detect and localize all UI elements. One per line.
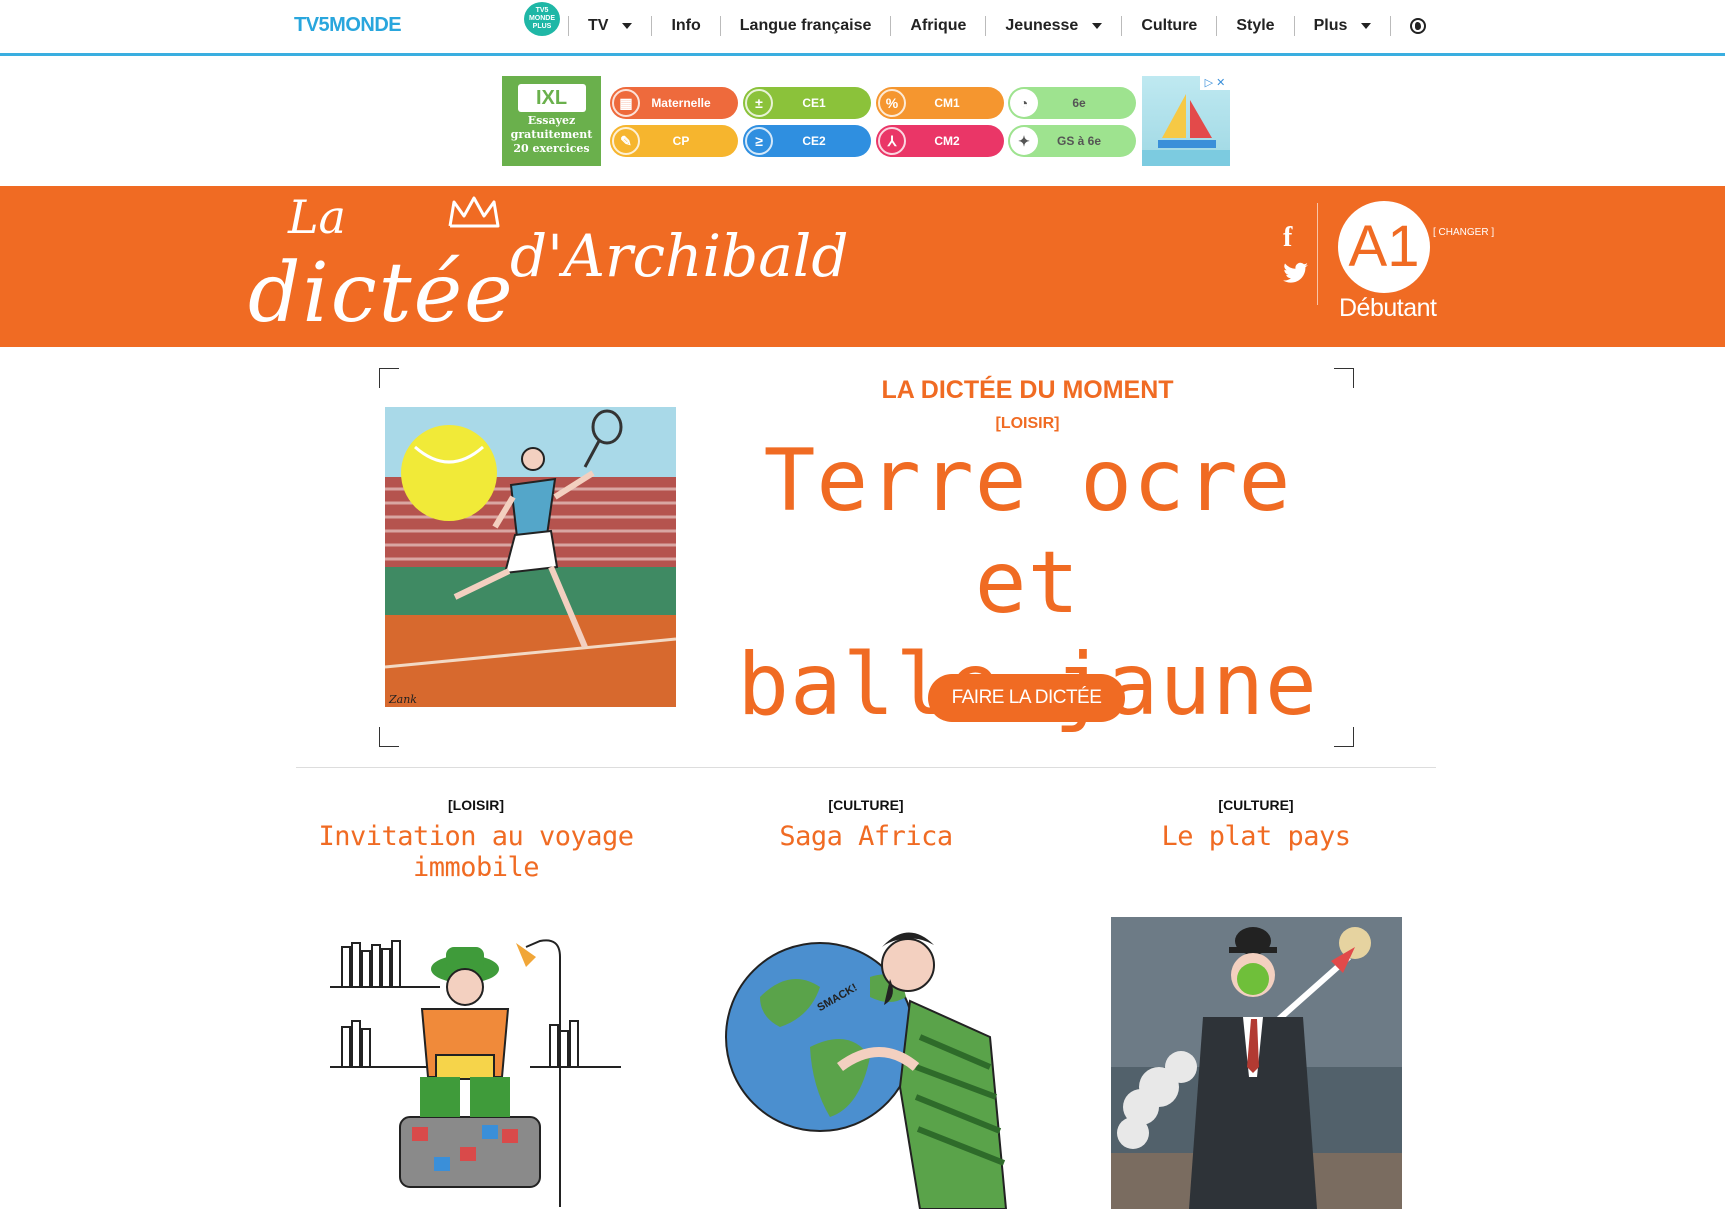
percent-icon: % <box>878 89 906 117</box>
ad-pill-cm2[interactable]: ⅄ CM2 <box>876 125 1004 157</box>
ad-close-icon[interactable]: ▷ ✕ <box>1200 76 1230 90</box>
sailboat-ad-image[interactable]: ▷ ✕ <box>1142 76 1230 166</box>
do-dictation-button[interactable]: FAIRE LA DICTÉE <box>928 674 1125 722</box>
level-badge[interactable]: A1 <box>1338 201 1430 293</box>
greater-equal-icon: ≥ <box>745 127 773 155</box>
nav-item-langue-francaise[interactable]: Langue française <box>719 16 891 36</box>
tv5monde-logo[interactable]: TV5MONDE <box>294 14 402 37</box>
brand-la: La <box>288 190 346 244</box>
advertisement[interactable]: IXL Essayez gratuitement 20 exercices ▦ M… <box>502 76 1230 166</box>
caret-down-icon <box>1361 23 1372 29</box>
nav-item-language[interactable] <box>1390 16 1445 36</box>
svg-text:Zank: Zank <box>388 693 417 706</box>
nav-item-afrique[interactable]: Afrique <box>890 16 985 36</box>
card-illustration-magritte[interactable] <box>1111 917 1402 1209</box>
satellite-icon: ✦ <box>1010 127 1038 155</box>
tv5monde-plus-logo[interactable]: TV5 MONDE PLUS <box>524 2 560 36</box>
dictee-archibald-logo[interactable]: La dictée d'Archibald <box>248 188 848 348</box>
compass-icon: ⅄ <box>878 127 906 155</box>
dictation-card[interactable]: [LOISIR] Invitation au voyage immobile <box>296 797 656 883</box>
top-navigation: TV5MONDE TV5 MONDE PLUS TV Info Langue fra… <box>0 0 1725 56</box>
nav-item-info[interactable]: Info <box>651 16 719 36</box>
ad-pill-gs-6e[interactable]: ✦ GS à 6e <box>1008 125 1136 157</box>
frame-corner <box>379 368 399 388</box>
ad-pill-ce1[interactable]: ± CE1 <box>743 87 871 119</box>
card-illustration-reader[interactable] <box>330 917 621 1209</box>
featured-heading: LA DICTÉE DU MOMENT <box>881 376 1174 404</box>
nav-item-tv[interactable]: TV <box>568 16 651 36</box>
nav-menu: TV Info Langue française Afrique Jeuness… <box>568 16 1445 36</box>
featured-title-line1: Terre ocre et <box>763 431 1292 633</box>
section-divider <box>296 767 1436 768</box>
frame-corner <box>1334 727 1354 747</box>
nav-item-style[interactable]: Style <box>1216 16 1293 36</box>
dictation-card[interactable]: [CULTURE] Le plat pays <box>1076 797 1436 852</box>
ad-pill-cp[interactable]: ✎ CP <box>610 125 738 157</box>
caret-down-icon <box>622 23 633 29</box>
plus-minus-icon: ± <box>745 89 773 117</box>
ixl-ad-text: Essayez gratuitement 20 exercices <box>510 114 593 155</box>
abacus-icon: ▦ <box>612 89 640 117</box>
card-illustration-globe[interactable]: SMACK! <box>720 917 1011 1209</box>
ad-pill-cm1[interactable]: % CM1 <box>876 87 1004 119</box>
brand-dictee: dictée <box>248 246 515 341</box>
card-title[interactable]: Saga Africa <box>686 821 1046 852</box>
ixl-logo: IXL <box>517 84 586 112</box>
card-title[interactable]: Invitation au voyage immobile <box>296 821 656 883</box>
crown-icon <box>448 196 500 228</box>
card-title[interactable]: Le plat pays <box>1076 821 1436 852</box>
pie-chart-icon: ◔ <box>1010 89 1038 117</box>
card-category: [LOISIR] <box>448 797 504 813</box>
card-category: [CULTURE] <box>1218 797 1294 813</box>
ad-pill-maternelle[interactable]: ▦ Maternelle <box>610 87 738 119</box>
nav-item-plus[interactable]: Plus <box>1293 16 1391 36</box>
level-label: Débutant <box>1339 294 1437 322</box>
frame-corner <box>1334 368 1354 388</box>
caret-down-icon <box>1092 23 1103 29</box>
twitter-icon[interactable] <box>1283 262 1309 290</box>
globe-icon <box>1410 18 1427 34</box>
card-category: [CULTURE] <box>828 797 904 813</box>
pencil-cup-icon: ✎ <box>612 127 640 155</box>
frame-corner <box>379 727 399 747</box>
nav-item-culture[interactable]: Culture <box>1121 16 1216 36</box>
change-level-link[interactable]: [ CHANGER ] <box>1433 227 1494 238</box>
facebook-icon[interactable]: f <box>1283 222 1309 254</box>
ad-pill-6e[interactable]: ◔ 6e <box>1008 87 1136 119</box>
ad-pill-ce2[interactable]: ≥ CE2 <box>743 125 871 157</box>
social-links: f <box>1283 222 1309 290</box>
dictation-card[interactable]: [CULTURE] Saga Africa <box>686 797 1046 852</box>
ixl-ad-logo[interactable]: IXL Essayez gratuitement 20 exercices <box>502 76 601 166</box>
banner-divider <box>1317 203 1318 305</box>
featured-illustration-tennis[interactable]: Zank <box>385 407 676 707</box>
nav-item-jeunesse[interactable]: Jeunesse <box>985 16 1121 36</box>
brand-archibald: d'Archibald <box>510 222 849 290</box>
